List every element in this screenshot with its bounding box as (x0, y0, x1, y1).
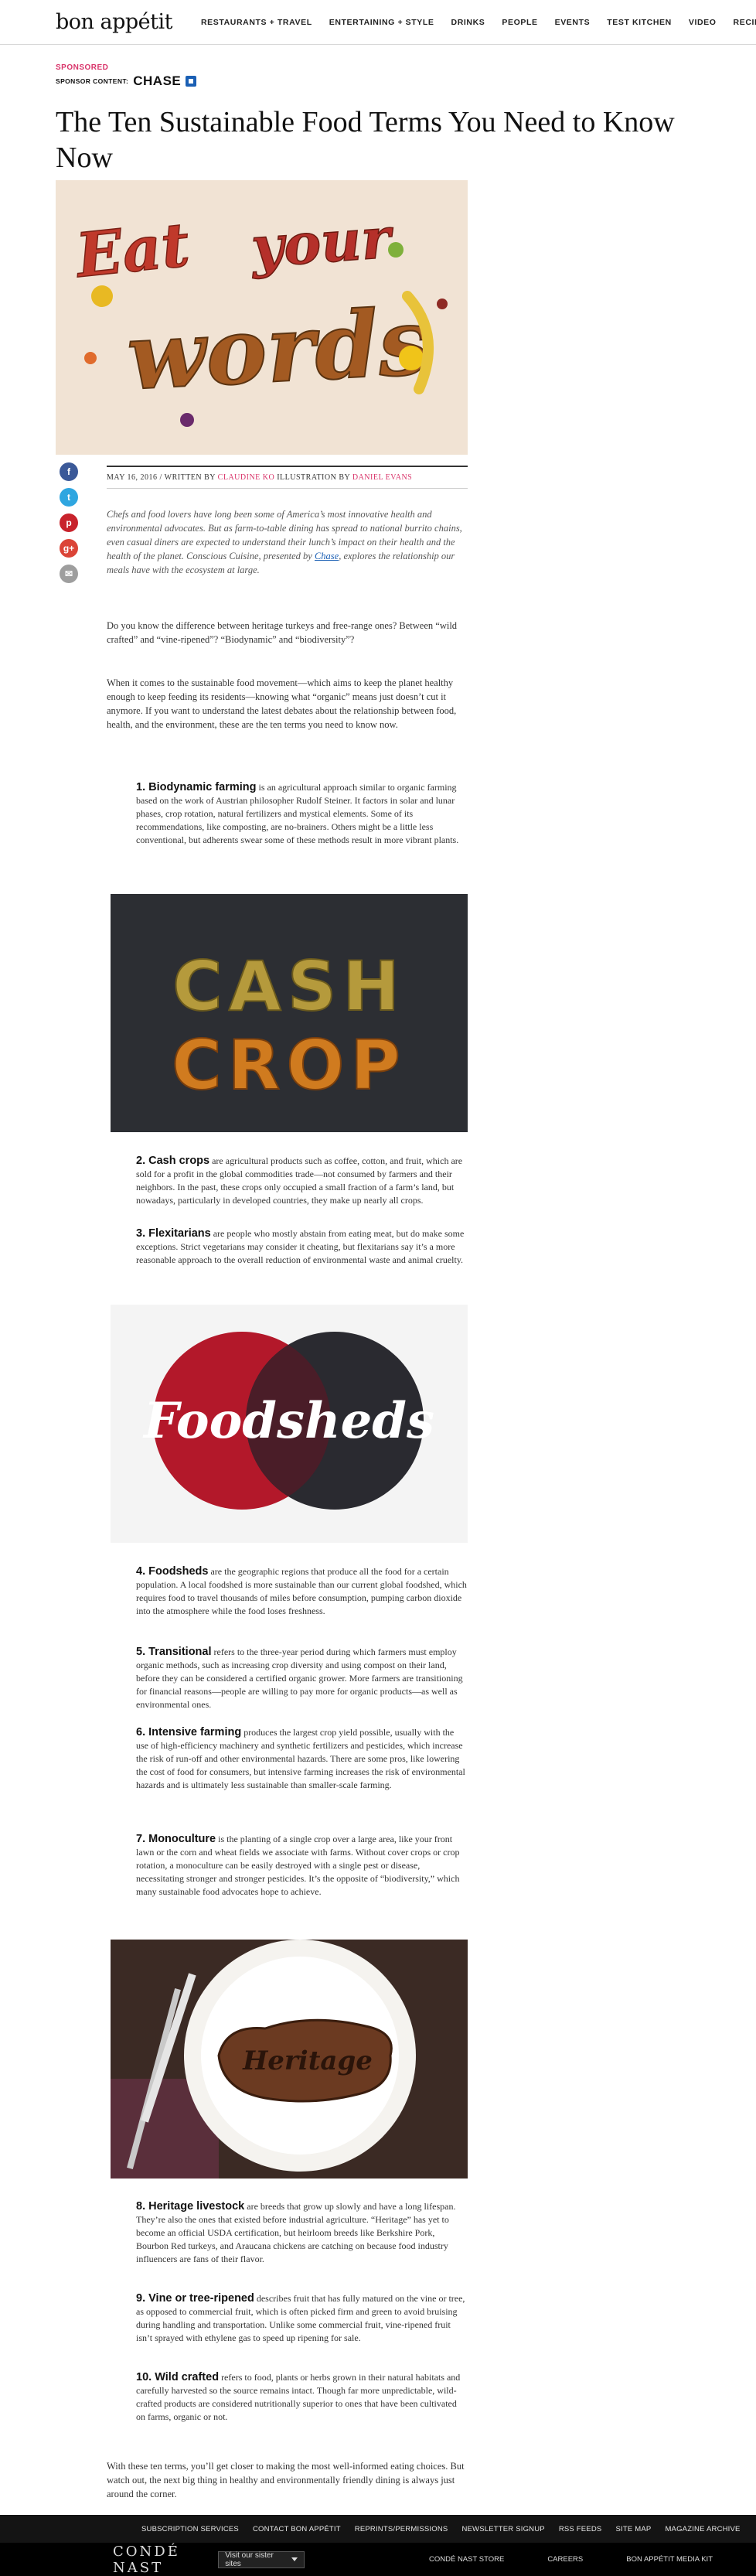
email-icon[interactable]: ✉ (60, 565, 78, 583)
sponsored-tag: SPONSORED (56, 63, 109, 72)
term-heading: 10. Wild crafted (136, 2371, 220, 2383)
footer-bottom-bar: CONDÉ NAST Visit our sister sites CONDÉ … (0, 2543, 756, 2576)
term-item-wild-crafted: 10. Wild crafted refers to food, plants … (136, 2371, 461, 2422)
facebook-icon[interactable]: f (60, 462, 78, 481)
chase-link[interactable]: Chase (315, 551, 339, 561)
nav-links: RESTAURANTS + TRAVEL ENTERTAINING + STYL… (192, 18, 756, 27)
term-item-biodynamic: 1. Biodynamic farming is an agricultural… (136, 781, 459, 845)
article-byline: MAY 16, 2016 / WRITTEN BY CLAUDINE KO IL… (107, 466, 468, 489)
top-nav: bon appétit RESTAURANTS + TRAVEL ENTERTA… (0, 0, 756, 45)
article-paragraph: When it comes to the sustainable food mo… (107, 677, 457, 730)
footer-link-rss[interactable]: RSS FEEDS (559, 2525, 616, 2533)
article-date: MAY 16, 2016 (107, 473, 158, 482)
footer-link-careers[interactable]: CAREERS (547, 2555, 626, 2564)
sister-sites-select[interactable]: Visit our sister sites (218, 2550, 305, 2568)
sponsor-row: SPONSOR CONTENT: CHASE (56, 73, 756, 89)
nav-link-people[interactable]: PEOPLE (493, 18, 546, 27)
article-intro: Chefs and food lovers have long been som… (107, 509, 462, 575)
term-heading: 3. Flexitarians (136, 1227, 211, 1240)
twitter-icon[interactable]: t (60, 488, 78, 507)
article-paragraph: Do you know the difference between herit… (107, 620, 458, 645)
pinterest-icon[interactable]: p (60, 513, 78, 532)
svg-text:your: your (247, 204, 397, 280)
cash-crop-text-line1: CASH (172, 947, 406, 1026)
footer-link-archive[interactable]: MAGAZINE ARCHIVE (665, 2525, 754, 2533)
term-item-flexitarians: 3. Flexitarians are people who mostly ab… (136, 1227, 465, 1265)
footer-link-subscription[interactable]: SUBSCRIPTION SERVICES (141, 2525, 253, 2533)
footer-link-newsletter[interactable]: NEWSLETTER SIGNUP (461, 2525, 558, 2533)
term-heading: 2. Cash crops (136, 1155, 210, 1167)
nav-link-entertaining-style[interactable]: ENTERTAINING + STYLE (321, 18, 443, 27)
nav-link-video[interactable]: VIDEO (680, 18, 725, 27)
nav-link-restaurants-travel[interactable]: RESTAURANTS + TRAVEL (192, 18, 321, 27)
cash-crop-image: CASH CROP (111, 894, 468, 1132)
article-title: The Ten Sustainable Food Terms You Need … (56, 106, 675, 174)
hero-image: Eat your words (56, 180, 468, 455)
article-closing: With these ten terms, you’ll get closer … (107, 2461, 465, 2499)
nav-link-test-kitchen[interactable]: TEST KITCHEN (598, 18, 680, 27)
conde-nast-logo[interactable]: CONDÉ NAST (113, 2544, 201, 2576)
google-plus-icon[interactable]: g+ (60, 539, 78, 558)
nav-link-recipes[interactable]: RECIPES (725, 18, 756, 27)
social-share-bar: f t p g+ ✉ (60, 462, 78, 590)
sponsor-block: SPONSORED SPONSOR CONTENT: CHASE (56, 63, 756, 89)
foodsheds-text: Foodsheds (142, 1392, 434, 1450)
term-heading: 7. Monoculture (136, 1833, 216, 1845)
footer-link-sitemap[interactable]: SITE MAP (615, 2525, 665, 2533)
footer-links-bar: SUBSCRIPTION SERVICES CONTACT BON APPÉTI… (0, 2515, 756, 2543)
written-by-label: WRITTEN BY (164, 473, 216, 482)
term-item-intensive-farming: 6. Intensive farming produces the larges… (136, 1726, 465, 1790)
footer-link-store[interactable]: CONDÉ NAST STORE (429, 2555, 547, 2564)
hero-illustration: Eat your words (56, 180, 468, 455)
foodsheds-image: Foodsheds (111, 1305, 468, 1543)
term-heading: 4. Foodsheds (136, 1565, 209, 1578)
nav-link-drinks[interactable]: DRINKS (443, 18, 494, 27)
chevron-down-icon (291, 2557, 298, 2561)
footer-link-media-kit[interactable]: BON APPÉTIT MEDIA KIT (626, 2555, 756, 2564)
term-item-foodsheds: 4. Foodsheds are the geographic regions … (136, 1565, 467, 1616)
term-heading: 6. Intensive farming (136, 1726, 242, 1738)
term-heading: 8. Heritage livestock (136, 2200, 245, 2213)
author-link[interactable]: CLAUDINE KO (218, 473, 275, 482)
chase-logo-icon (186, 76, 197, 87)
term-item-monoculture: 7. Monoculture is the planting of a sing… (136, 1833, 460, 1897)
term-item-cash-crops: 2. Cash crops are agricultural products … (136, 1155, 463, 1206)
footer-link-reprints[interactable]: REPRINTS/PERMISSIONS (355, 2525, 462, 2533)
term-item-transitional: 5. Transitional refers to the three-year… (136, 1646, 463, 1710)
svg-text:words: words (124, 288, 432, 411)
chase-logo-text[interactable]: CHASE (133, 73, 181, 89)
heritage-text: Heritage (242, 2045, 373, 2076)
footer-bottom-links: CONDÉ NAST STORE CAREERS BON APPÉTIT MED… (429, 2555, 756, 2564)
heritage-image: Heritage (111, 1940, 468, 2179)
term-item-heritage-livestock: 8. Heritage livestock are breeds that gr… (136, 2200, 456, 2264)
footer-link-contact[interactable]: CONTACT BON APPÉTIT (253, 2525, 355, 2533)
nav-link-events[interactable]: EVENTS (547, 18, 599, 27)
sponsor-content-label: SPONSOR CONTENT: (56, 77, 129, 85)
cash-crop-text-line2: CROP (172, 1025, 407, 1105)
site-logo[interactable]: bon appétit (56, 10, 173, 34)
term-heading: 5. Transitional (136, 1646, 212, 1658)
term-item-vine-ripened: 9. Vine or tree-ripened describes fruit … (136, 2292, 465, 2343)
illustration-label: ILLUSTRATION BY (277, 473, 350, 482)
term-heading: 9. Vine or tree-ripened (136, 2292, 254, 2305)
illustrator-link[interactable]: DANIEL EVANS (352, 473, 412, 482)
svg-text:Eat: Eat (71, 210, 192, 292)
term-heading: 1. Biodynamic farming (136, 781, 257, 793)
